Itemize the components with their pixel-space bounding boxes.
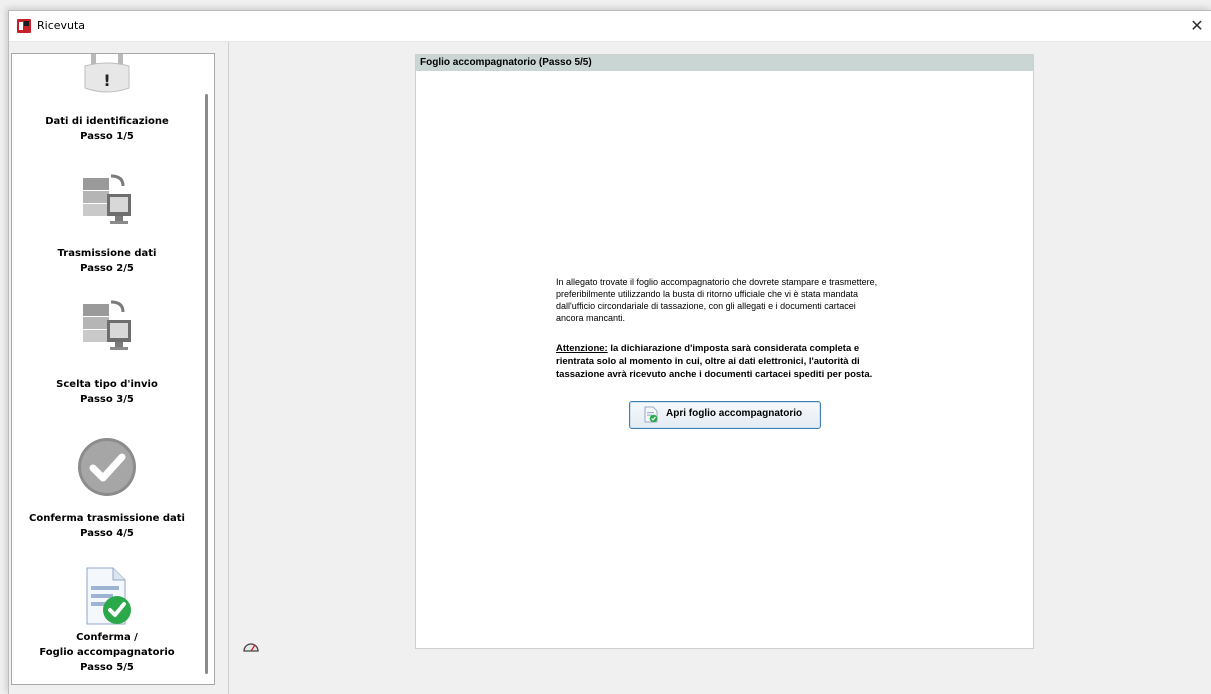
step-4[interactable]: Conferma trasmissione dati Passo 4/5 [12, 424, 202, 560]
window-title: Ricevuta [37, 19, 86, 32]
speedometer-icon[interactable] [242, 639, 260, 653]
info-line: In allegato trovate il foglio accompagna… [556, 277, 878, 287]
info-line: preferibilmente utilizzando la busta di … [556, 289, 859, 299]
server-transfer-icon [83, 174, 131, 224]
step-1-name: Dati di identificazione [45, 116, 169, 127]
server-transfer-icon [83, 300, 131, 350]
step-5-number: Passo 5/5 [80, 662, 134, 673]
info-line: ancora mancanti. [556, 313, 626, 323]
checkmark-circle-icon [78, 438, 136, 496]
step-1-number: Passo 1/5 [80, 131, 134, 142]
step-2[interactable]: Trasmissione dati Passo 2/5 [12, 164, 202, 290]
document-check-icon [644, 406, 658, 423]
warning-line: la dichiarazione d'imposta sarà consider… [607, 343, 860, 354]
warning-line: rientrata solo al momento in cui, oltre … [556, 356, 860, 367]
step-4-number: Passo 4/5 [80, 528, 134, 539]
warning-label: Attenzione: [556, 343, 608, 354]
pane-splitter[interactable] [228, 42, 229, 694]
step-2-number: Passo 2/5 [80, 263, 134, 274]
content-panel: Foglio accompagnatorio (Passo 5/5) In al… [415, 54, 1034, 649]
step-2-name: Trasmissione dati [57, 248, 157, 259]
open-cover-sheet-label: Apri foglio accompagnatorio [666, 408, 803, 419]
step-3-name: Scelta tipo d'invio [56, 379, 158, 390]
dialog-window: Ricevuta ✕ ! Dati di identificazione Pas… [8, 10, 1211, 694]
close-button[interactable]: ✕ [1182, 11, 1211, 41]
document-check-icon [86, 567, 131, 625]
sidebar-scrollbar[interactable] [205, 94, 208, 674]
title-bar: Ricevuta ✕ [9, 11, 1211, 42]
step-5[interactable]: Conferma / Foglio accompagnatorio Passo … [12, 560, 202, 684]
step-5-name: Conferma / [76, 632, 138, 643]
step-5-name-line2: Foglio accompagnatorio [39, 647, 175, 658]
lock-warning-icon: ! [84, 54, 130, 93]
app-icon [17, 19, 31, 33]
step-1[interactable]: ! Dati di identificazione Passo 1/5 [12, 54, 202, 164]
panel-header: Foglio accompagnatorio (Passo 5/5) [416, 55, 1033, 71]
info-line: dall'ufficio circondariale di tassazione… [556, 301, 856, 311]
open-cover-sheet-button[interactable]: Apri foglio accompagnatorio [629, 401, 821, 429]
step-4-name: Conferma trasmissione dati [28, 513, 185, 524]
step-3[interactable]: Scelta tipo d'invio Passo 3/5 [12, 290, 202, 424]
step-3-number: Passo 3/5 [80, 394, 134, 405]
svg-text:!: ! [103, 71, 110, 90]
warning-text: Attenzione: la dichiarazione d'imposta s… [556, 342, 928, 381]
info-text: In allegato trovate il foglio accompagna… [556, 276, 928, 324]
warning-line: tassazione avrà ricevuto anche i documen… [556, 369, 873, 380]
steps-sidebar: ! Dati di identificazione Passo 1/5 Tras… [11, 53, 215, 685]
